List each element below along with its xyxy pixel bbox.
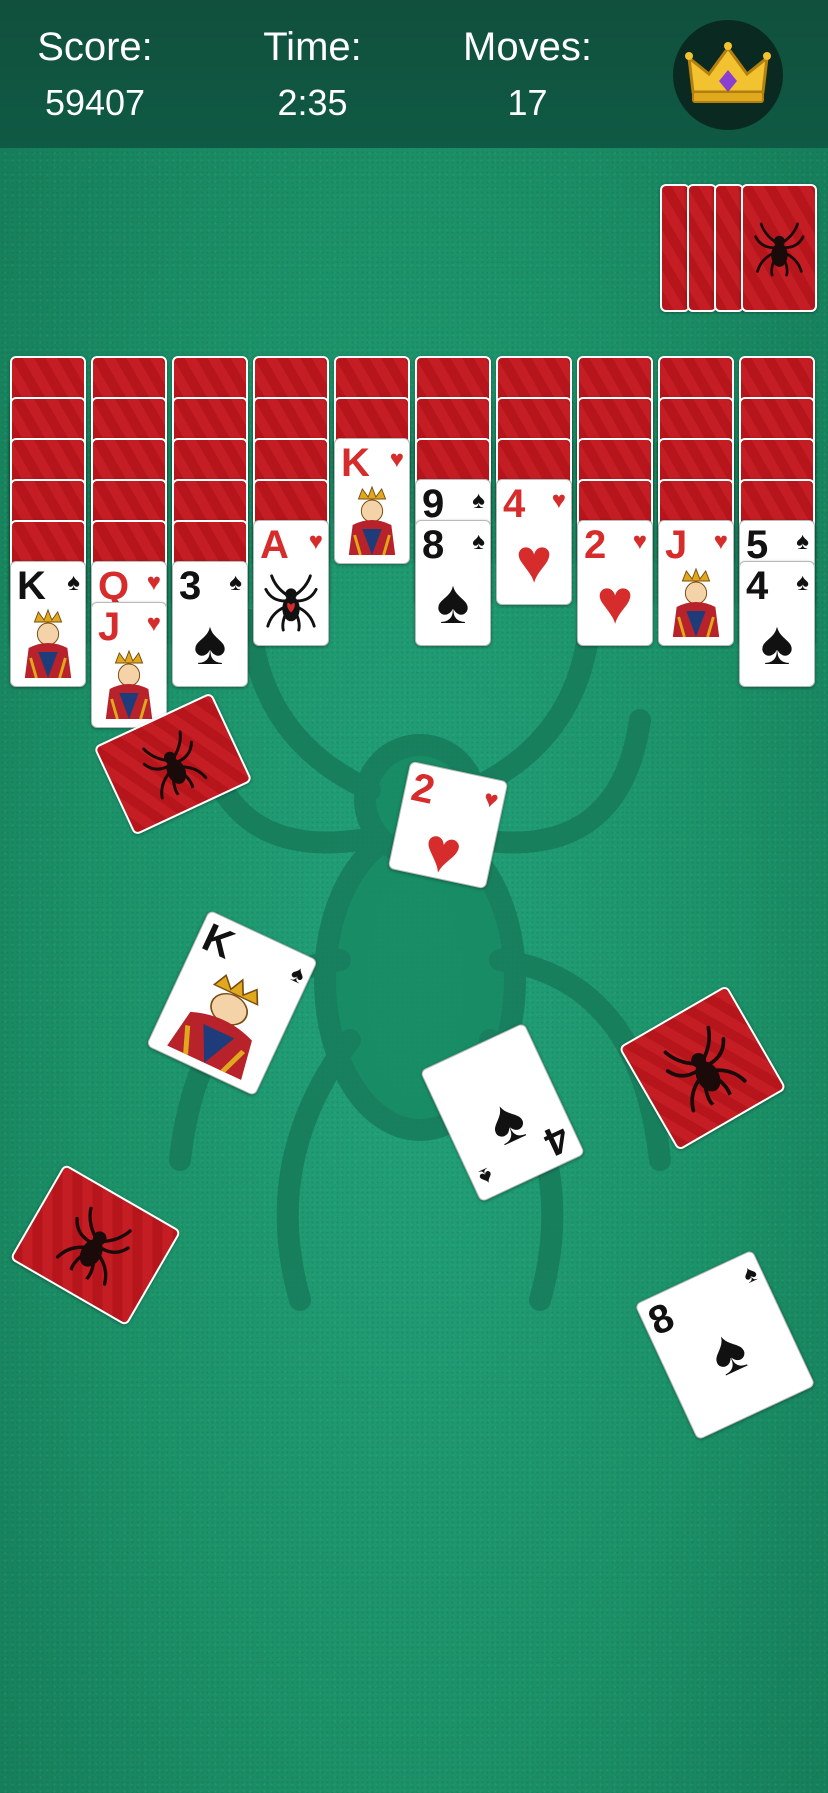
tableau-card[interactable]: 3 ♠ ♠ xyxy=(172,561,248,687)
card-suit: ♠ xyxy=(738,1259,762,1290)
card-center-suit: ♠ xyxy=(760,609,794,678)
card-suit: ♠ xyxy=(796,569,809,596)
spider-icon xyxy=(752,208,807,287)
face-card-portrait xyxy=(19,608,77,679)
tableau-card[interactable]: 2 ♥ ♥ xyxy=(577,520,653,646)
card-suit: ♥ xyxy=(146,569,161,596)
card-suit: ♥ xyxy=(551,487,566,514)
card-center-suit: ♠ xyxy=(436,568,470,637)
card-suit: ♥ xyxy=(713,528,728,555)
face-card-portrait xyxy=(343,485,401,556)
face-card-portrait xyxy=(100,649,158,720)
score-label: Score: xyxy=(37,25,153,69)
moves-value: 17 xyxy=(507,82,548,123)
card-suit: ♠ xyxy=(472,528,485,555)
card-rank: 3 xyxy=(179,564,202,608)
card-suit: ♥ xyxy=(146,610,161,637)
card-suit: ♥ xyxy=(308,528,323,555)
tableau-card[interactable]: J ♥ xyxy=(91,602,167,728)
card-suit: ♠ xyxy=(286,959,310,990)
card-rank: K xyxy=(341,441,370,485)
face-card-portrait xyxy=(667,567,725,638)
card-suit: ♠ xyxy=(67,569,80,596)
card-suit: ♥ xyxy=(389,446,404,473)
tableau-card[interactable]: 4 ♠ ♠ xyxy=(739,561,815,687)
stock-card[interactable] xyxy=(741,184,817,312)
stock-card[interactable] xyxy=(660,184,690,312)
card-rank: J xyxy=(665,523,688,567)
crown-icon xyxy=(685,42,771,103)
tableau-card[interactable]: 4 ♥ ♥ xyxy=(496,479,572,605)
score-value: 59407 xyxy=(44,82,146,123)
card-suit: ♠ xyxy=(796,528,809,555)
card-center-suit: ♥ xyxy=(596,568,634,637)
card-suit: ♥ xyxy=(481,785,501,815)
crown-button[interactable] xyxy=(673,20,783,130)
stock-card[interactable] xyxy=(714,184,744,312)
card-rank: J xyxy=(98,605,121,649)
spider-icon xyxy=(35,1191,155,1300)
card-rank: 4 xyxy=(503,482,526,526)
card-center-suit: ♠ xyxy=(698,1313,758,1391)
tableau-card[interactable]: J ♥ xyxy=(658,520,734,646)
status-bar: Score: 59407 Time: 2:35 Moves: 17 xyxy=(0,0,828,148)
card-rank: K xyxy=(17,564,46,608)
card-suit: ♥ xyxy=(632,528,647,555)
moves-stat: Moves: 17 xyxy=(455,22,600,128)
card-rank: 2 xyxy=(407,765,439,813)
spider-icon xyxy=(644,1013,761,1123)
card-rank: A xyxy=(260,523,289,567)
card-center-suit: ♠ xyxy=(477,1083,537,1160)
card-suit: ♠ xyxy=(229,569,242,596)
card-suit: ♠ xyxy=(472,487,485,514)
spider-icon xyxy=(262,563,320,639)
card-rank: 8 xyxy=(422,523,445,567)
card-rank: 2 xyxy=(584,523,607,567)
moves-label: Moves: xyxy=(463,25,592,69)
card-center-suit: ♠ xyxy=(193,609,227,678)
card-center-suit: ♥ xyxy=(515,527,553,596)
tableau-card[interactable]: 8 ♠ ♠ xyxy=(415,520,491,646)
spider-icon xyxy=(117,716,229,811)
time-stat: Time: 2:35 xyxy=(250,22,375,128)
tableau-card[interactable]: A ♥ xyxy=(253,520,329,646)
time-value: 2:35 xyxy=(277,82,348,123)
card-rank: 4 xyxy=(746,564,769,608)
stock-card[interactable] xyxy=(687,184,717,312)
tableau-card[interactable]: K ♠ xyxy=(10,561,86,687)
tableau-card[interactable]: K ♥ xyxy=(334,438,410,564)
score-stat: Score: 59407 xyxy=(30,22,160,128)
time-label: Time: xyxy=(263,25,362,69)
